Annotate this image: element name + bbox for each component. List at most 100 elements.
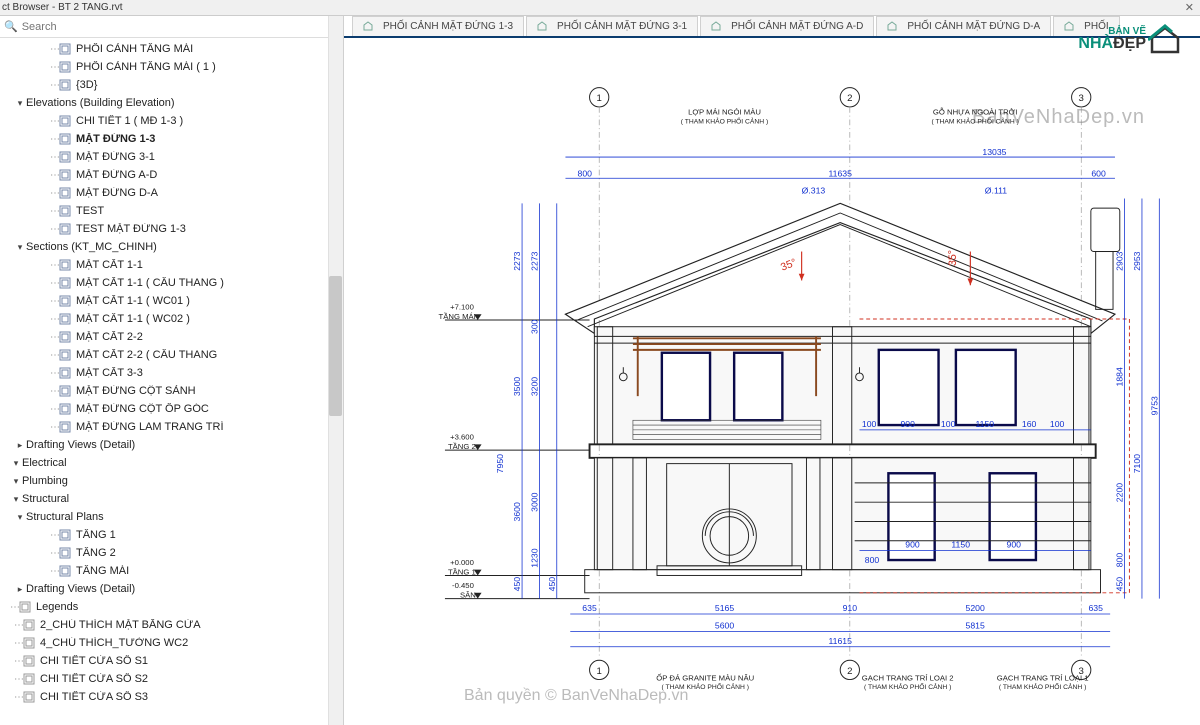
legend-icon	[22, 619, 36, 631]
expander-icon[interactable]: ▸	[14, 584, 26, 595]
tree-item[interactable]: ⋯MẶT CẮT 2-2	[0, 328, 343, 346]
tree-item[interactable]: ⋯PHỐI CẢNH TẦNG MÁI	[0, 40, 343, 58]
svg-text:910: 910	[843, 603, 858, 613]
tree-item[interactable]: ⋯MẶT CẮT 1-1 ( WC01 )	[0, 292, 343, 310]
tree-item[interactable]: ⋯CHI TIẾT 1 ( MĐ 1-3 )	[0, 112, 343, 130]
svg-text:5815: 5815	[966, 620, 985, 630]
svg-text:5600: 5600	[715, 620, 734, 630]
tree-item[interactable]: ⋯MẶT ĐỨNG CỘT ỐP GÓC	[0, 400, 343, 418]
tree-item[interactable]: ⋯TẦNG 1	[0, 526, 343, 544]
svg-text:11635: 11635	[828, 168, 852, 178]
tree-item[interactable]: ▾Structural Plans	[0, 508, 343, 526]
drawing-canvas[interactable]: 1 2 3 1 2 3 LỢP MÁI NGÓI MÀU ( THAM KHẢO…	[344, 38, 1200, 725]
tree-item[interactable]: ⋯MẶT CẮT 1-1	[0, 256, 343, 274]
project-browser[interactable]: 🔍 ⋯PHỐI CẢNH TẦNG MÁI⋯PHỐI CẢNH TẦNG MÁI…	[0, 16, 344, 725]
tree-label: TẦNG MÁI	[76, 565, 343, 577]
svg-text:Ø.111: Ø.111	[985, 186, 1007, 196]
expander-icon[interactable]: ▾	[14, 242, 26, 253]
view-icon	[58, 277, 72, 289]
tree-item[interactable]: ▾Sections (KT_MC_CHINH)	[0, 238, 343, 256]
tree-dot: ⋯	[50, 134, 58, 145]
tree-label: 2_CHÚ THÍCH MẶT BẰNG CỬA	[40, 619, 343, 631]
view-icon	[58, 79, 72, 91]
svg-text:5165: 5165	[715, 603, 734, 613]
tree-dot: ⋯	[50, 62, 58, 73]
home-icon	[537, 21, 549, 33]
view-tab[interactable]: PHỐI CẢNH MẶT ĐỨNG 3-1	[526, 16, 698, 36]
tree-item[interactable]: ⋯2_CHÚ THÍCH MẶT BẰNG CỬA	[0, 616, 343, 634]
svg-text:GẠCH TRANG TRÍ LOẠI 2: GẠCH TRANG TRÍ LOẠI 2	[862, 674, 954, 683]
tree-item[interactable]: ▸Drafting Views (Detail)	[0, 580, 343, 598]
svg-text:2200: 2200	[1115, 483, 1125, 502]
search-input[interactable]	[22, 21, 339, 33]
tree-item[interactable]: ⋯TEST MẶT ĐỨNG 1-3	[0, 220, 343, 238]
view-icon	[58, 187, 72, 199]
tree-item[interactable]: ▾Electrical	[0, 454, 343, 472]
tree-label: Drafting Views (Detail)	[26, 583, 343, 595]
svg-text:-0.450: -0.450	[452, 581, 474, 590]
legend-icon	[22, 655, 36, 667]
scrollbar-thumb[interactable]	[329, 276, 342, 416]
svg-text:635: 635	[1088, 603, 1103, 613]
tree-item[interactable]: ⋯TEST	[0, 202, 343, 220]
view-tab[interactable]: PHỐI CẢNH MẶT ĐỨNG D-A	[876, 16, 1051, 36]
svg-text:1150: 1150	[951, 539, 970, 549]
legend-icon	[18, 601, 32, 613]
view-icon	[58, 421, 72, 433]
viewport: PHỐI CẢNH MẶT ĐỨNG 1-3PHỐI CẢNH MẶT ĐỨNG…	[344, 16, 1200, 725]
expander-icon[interactable]: ▾	[10, 494, 22, 505]
tree-item[interactable]: ⋯MẶT CẮT 2-2 ( CẦU THANG	[0, 346, 343, 364]
tree-label: MẶT ĐỨNG 1-3	[76, 133, 343, 145]
tree-label: TẦNG 2	[76, 547, 343, 559]
tree-item[interactable]: ⋯TẦNG MÁI	[0, 562, 343, 580]
tree-dot: ⋯	[14, 638, 22, 649]
tree-item[interactable]: ⋯MẶT ĐỨNG D-A	[0, 184, 343, 202]
tree-item[interactable]: ⋯CHI TIẾT CỬA SỔ S3	[0, 688, 343, 706]
expander-icon[interactable]: ▾	[14, 512, 26, 523]
tree-dot: ⋯	[50, 422, 58, 433]
tree-item[interactable]: ⋯ MẶT ĐỨNG 1-3	[0, 130, 343, 148]
tree-item[interactable]: ⋯Legends	[0, 598, 343, 616]
tree-item[interactable]: ⋯TẦNG 2	[0, 544, 343, 562]
svg-text:( THAM KHẢO PHỐI CẢNH ): ( THAM KHẢO PHỐI CẢNH )	[662, 681, 749, 691]
svg-text:3500: 3500	[512, 377, 522, 396]
tree-item[interactable]: ⋯CHI TIẾT CỬA SỔ S1	[0, 652, 343, 670]
close-icon[interactable]: ✕	[1185, 1, 1194, 14]
view-tab[interactable]: PHỐI CẢNH MẶT ĐỨNG 1-3	[352, 16, 524, 36]
tree-item[interactable]: ▾Elevations (Building Elevation)	[0, 94, 343, 112]
tree-item[interactable]: ⋯MẶT CẤT 1-1 ( WC02 )	[0, 310, 343, 328]
tree-item[interactable]: ⋯MẶT ĐỨNG CỘT SẢNH	[0, 382, 343, 400]
tree-item[interactable]: ⋯4_CHÚ THÍCH_TƯỜNG WC2	[0, 634, 343, 652]
tree-item[interactable]: ⋯{3D}	[0, 76, 343, 94]
svg-text:( THAM KHẢO PHỐI CẢNH ): ( THAM KHẢO PHỐI CẢNH )	[864, 681, 951, 691]
svg-text:Ø.313: Ø.313	[802, 186, 826, 196]
view-icon	[58, 151, 72, 163]
expander-icon[interactable]: ▾	[14, 98, 26, 109]
tree-item[interactable]: ⋯CHI TIẾT CỬA SỔ S2	[0, 670, 343, 688]
expander-icon[interactable]: ▸	[14, 440, 26, 451]
view-icon	[58, 205, 72, 217]
tree-dot: ⋯	[50, 350, 58, 361]
tree-dot: ⋯	[50, 224, 58, 235]
tree-item[interactable]: ⋯MẶT ĐỨNG LAM TRANG TRÍ	[0, 418, 343, 436]
tree-item[interactable]: ⋯ PHỐI CẢNH TẦNG MÁI ( 1 )	[0, 58, 343, 76]
expander-icon[interactable]: ▾	[10, 458, 22, 469]
tree-item[interactable]: ⋯MẶT ĐỨNG A-D	[0, 166, 343, 184]
svg-text:LỢP MÁI NGÓI MÀU: LỢP MÁI NGÓI MÀU	[688, 108, 761, 117]
svg-text:3000: 3000	[529, 492, 539, 511]
tree-label: PHỐI CẢNH TẦNG MÁI ( 1 )	[76, 61, 343, 73]
tree-item[interactable]: ⋯MẶT ĐỨNG 3-1	[0, 148, 343, 166]
scrollbar[interactable]	[328, 16, 343, 725]
tree-label: Sections (KT_MC_CHINH)	[26, 241, 343, 253]
tree-item[interactable]: ▸Drafting Views (Detail)	[0, 436, 343, 454]
tree-label: MẶT ĐỨNG 3-1	[76, 151, 343, 163]
tree-item[interactable]: ⋯MẶT CẮT 3-3	[0, 364, 343, 382]
svg-text:1: 1	[597, 93, 602, 104]
expander-icon[interactable]: ▾	[10, 476, 22, 487]
tree-item[interactable]: ▾Plumbing	[0, 472, 343, 490]
view-tab[interactable]: PHỐI CẢNH MẶT ĐỨNG A-D	[700, 16, 874, 36]
svg-text:800: 800	[578, 168, 593, 178]
tree-item[interactable]: ▾Structural	[0, 490, 343, 508]
tree-item[interactable]: ⋯MẶT CẮT 1-1 ( CẦU THANG )	[0, 274, 343, 292]
tree-label: Structural	[22, 493, 343, 505]
